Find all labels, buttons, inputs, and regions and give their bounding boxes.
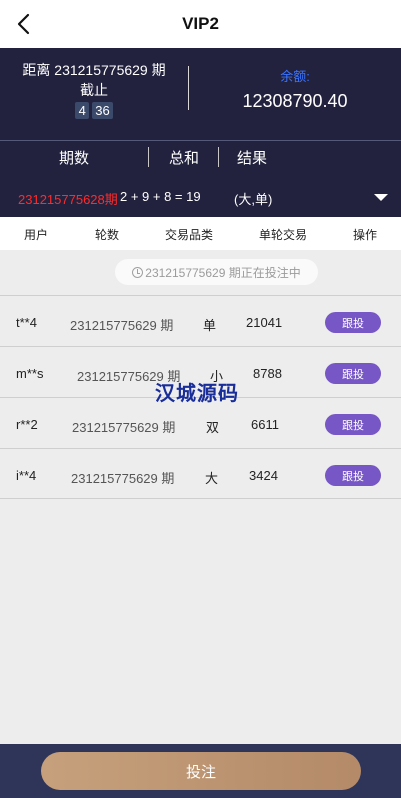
results-header: 期数 总和 结果 — [0, 140, 401, 172]
latest-result-period: 231215775628期 — [18, 192, 118, 207]
countdown-label: 距离 231215775629 期 — [22, 62, 166, 78]
betting-status-notice: 231215775629 期正在投注中 — [115, 259, 318, 285]
row-user: i**4 — [16, 468, 37, 483]
balance-block: 余额: 12308790.40 — [189, 66, 401, 112]
countdown-seconds: 36 — [92, 102, 113, 119]
row-amount: 6611 — [251, 417, 279, 432]
row-type: 单 — [203, 318, 217, 333]
table-row: i**4 231215775629 期 大 3424 跟投 — [0, 448, 401, 499]
page-title: VIP2 — [182, 14, 219, 33]
place-bet-button[interactable]: 投注 — [41, 752, 361, 790]
results-header-result: 结果 — [237, 150, 268, 167]
countdown-timer: 4 36 — [0, 102, 188, 119]
countdown-block: 距离 231215775629 期 截止 4 36 — [0, 60, 188, 119]
bet-table-header: 用户 轮数 交易品类 单轮交易 操作 — [0, 217, 401, 250]
back-chevron-left-icon[interactable] — [14, 12, 36, 36]
col-header-round: 轮数 — [95, 228, 120, 242]
col-header-user: 用户 — [24, 228, 49, 242]
betting-status-text: 231215775629 期正在投注中 — [145, 265, 301, 280]
watermark: 汉城源码 — [155, 383, 239, 405]
row-user: r**2 — [16, 417, 38, 432]
col-header-category: 交易品类 — [165, 228, 214, 242]
row-amount: 3424 — [249, 468, 278, 483]
follow-bet-button[interactable]: 跟投 — [325, 312, 381, 333]
latest-result-outcome: (大,单) — [234, 192, 273, 207]
row-amount: 8788 — [253, 366, 282, 381]
follow-bet-button[interactable]: 跟投 — [325, 363, 381, 384]
latest-result-sum: 2 + 9 + 8 = 19 — [120, 189, 201, 204]
clock-icon — [132, 266, 144, 278]
results-header-sum: 总和 — [169, 150, 200, 167]
follow-bet-button[interactable]: 跟投 — [325, 465, 381, 486]
results-header-divider — [148, 147, 149, 167]
round-info-panel: 距离 231215775629 期 截止 4 36 余额: 12308790.4… — [0, 48, 401, 140]
caret-down-icon[interactable] — [374, 194, 388, 201]
row-type: 大 — [205, 471, 219, 486]
deadline-label: 截止 — [80, 82, 108, 98]
top-bar: VIP2 — [0, 0, 401, 48]
row-period: 231215775629 期 — [71, 471, 175, 486]
row-period: 231215775629 期 — [70, 318, 174, 333]
balance-value: 12308790.40 — [242, 91, 348, 111]
row-type: 双 — [206, 420, 220, 435]
table-row: t**4 231215775629 期 单 21041 跟投 — [0, 295, 401, 346]
row-user: m**s — [16, 366, 44, 381]
col-header-action: 操作 — [353, 228, 378, 242]
results-header-period: 期数 — [59, 150, 90, 167]
col-header-amount: 单轮交易 — [259, 228, 308, 242]
bottom-bar: 投注 — [0, 744, 401, 798]
row-period: 231215775629 期 — [72, 420, 176, 435]
balance-label: 余额: — [280, 69, 310, 84]
results-header-divider — [218, 147, 219, 167]
row-user: t**4 — [16, 315, 37, 330]
latest-result-row[interactable]: 231215775628期 2 + 9 + 8 = 19 (大,单) — [0, 172, 401, 217]
follow-bet-button[interactable]: 跟投 — [325, 414, 381, 435]
countdown-minutes: 4 — [75, 102, 90, 119]
row-amount: 21041 — [246, 315, 283, 330]
